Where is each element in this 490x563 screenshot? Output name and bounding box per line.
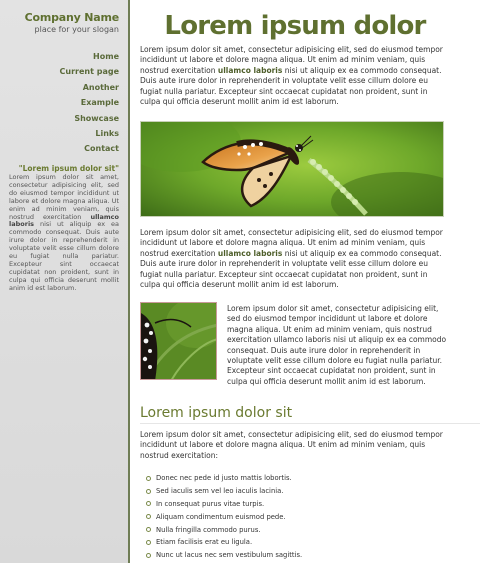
bullet-icon: [146, 527, 151, 533]
nav-item-example[interactable]: Example: [60, 92, 119, 107]
main-nav: Home Current page Another Example Showca…: [60, 46, 119, 154]
sidebar-quote-title: "Lorem ipsum dolor sit": [18, 164, 119, 173]
brand: Company Name place for your slogan: [25, 11, 120, 34]
slogan: place for your slogan: [34, 25, 119, 34]
nav-item-another[interactable]: Another: [60, 77, 119, 92]
list-item-text: In consequat purus vitae turpis.: [156, 499, 265, 508]
intro-paragraph: Lorem ipsum dolor sit amet, consectetur …: [140, 45, 448, 107]
sidebar: Company Name place for your slogan Home …: [0, 0, 128, 563]
second-bold: ullamco laboris: [217, 248, 283, 258]
bullet-icon: [146, 514, 151, 520]
nav-link-example[interactable]: Example: [81, 98, 119, 107]
bullet-icon: [146, 488, 151, 494]
nav-link-links[interactable]: Links: [95, 129, 119, 138]
bullet-list: Donec nec pede id justo mattis lobortis.…: [146, 472, 302, 562]
page-title: Lorem ipsum dolor: [164, 11, 426, 41]
nav-link-current-page[interactable]: Current page: [60, 67, 119, 76]
nav-link-contact[interactable]: Contact: [84, 144, 119, 153]
list-item: Donec nec pede id justo mattis lobortis.: [146, 472, 302, 485]
list-item-text: Nunc ut lacus nec sem vestibulum sagitti…: [156, 551, 303, 560]
company-name[interactable]: Company Name: [25, 11, 120, 24]
section-divider: [140, 423, 480, 424]
nav-item-showcase[interactable]: Showcase: [60, 108, 119, 123]
bullet-icon: [146, 475, 151, 481]
nav-item-contact[interactable]: Contact: [60, 138, 119, 153]
list-item: Nulla fringilla commodo purus.: [146, 523, 302, 536]
list-item-text: Sed iaculis sem vel leo iaculis lacinia.: [156, 487, 284, 496]
butterfly-banner-image: [140, 121, 444, 217]
sidebar-quote-text: Lorem ipsum dolor sit amet, consectetur …: [9, 173, 119, 293]
list-item-text: Donec nec pede id justo mattis lobortis.: [156, 474, 292, 483]
section-title: Lorem ipsum dolor sit: [140, 405, 293, 421]
nav-item-home[interactable]: Home: [60, 46, 119, 61]
bullet-icon: [146, 539, 151, 545]
list-item-text: Aliquam condimentum euismod pede.: [156, 512, 286, 521]
butterfly-thumbnail-image: [140, 302, 217, 380]
list-item: Nunc ut lacus nec sem vestibulum sagitti…: [146, 549, 302, 562]
list-item: Aliquam condimentum euismod pede.: [146, 510, 302, 523]
nav-item-current-page[interactable]: Current page: [60, 61, 119, 76]
nav-link-home[interactable]: Home: [93, 52, 119, 61]
second-paragraph: Lorem ipsum dolor sit amet, consectetur …: [140, 228, 448, 290]
nav-link-showcase[interactable]: Showcase: [74, 114, 119, 123]
bullet-icon: [146, 552, 151, 558]
list-item-text: Nulla fringilla commodo purus.: [156, 525, 261, 534]
section-paragraph: Lorem ipsum dolor sit amet, consectetur …: [140, 430, 443, 460]
list-item: In consequat purus vitae turpis.: [146, 498, 302, 511]
nav-item-links[interactable]: Links: [60, 123, 119, 138]
list-item-text: Etiam facilisis erat eu ligula.: [156, 538, 253, 547]
sidebar-divider: [128, 0, 130, 563]
intro-bold: ullamco laboris: [217, 65, 283, 75]
bullet-icon: [146, 501, 151, 507]
image-side-paragraph: Lorem ipsum dolor sit amet, consectetur …: [227, 304, 447, 386]
nav-link-another[interactable]: Another: [83, 83, 119, 92]
list-item: Sed iaculis sem vel leo iaculis lacinia.: [146, 485, 302, 498]
sidebar-quote-text-b: nisi ut aliquip ex ea commodo consequat.…: [9, 220, 119, 292]
list-item: Etiam facilisis erat eu ligula.: [146, 536, 302, 549]
